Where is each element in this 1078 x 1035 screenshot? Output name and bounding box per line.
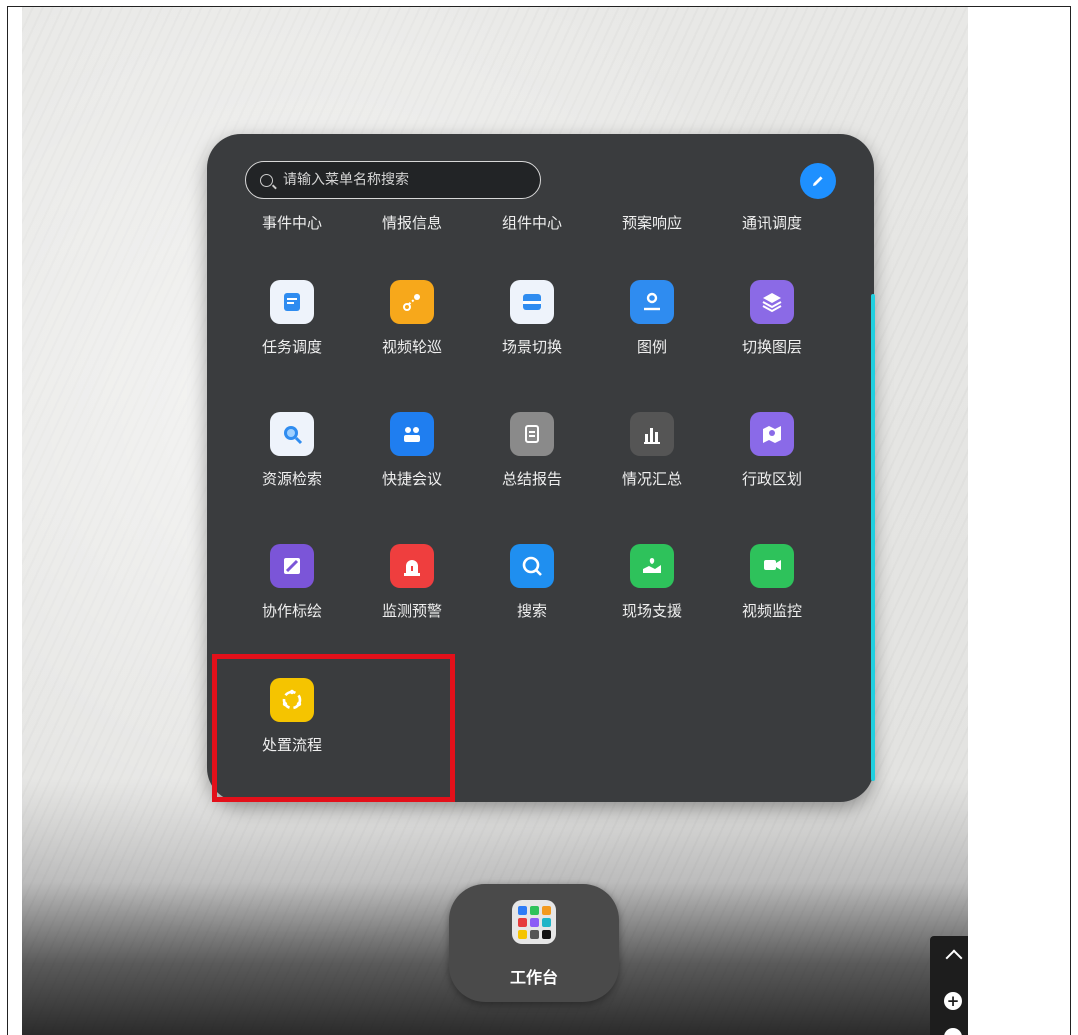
search-icon — [510, 544, 554, 588]
app-tile[interactable]: 快捷会议 — [357, 412, 467, 512]
resource-search-icon — [270, 412, 314, 456]
app-tile[interactable]: 视频轮巡 — [357, 280, 467, 380]
app-tile-label: 监测预警 — [381, 602, 442, 620]
quick-meeting-icon — [390, 412, 434, 456]
app-tile-label: 总结报告 — [501, 470, 562, 488]
tab-components[interactable]: 组件中心 — [477, 212, 587, 233]
menu-search-input[interactable] — [281, 171, 525, 189]
pencil-icon — [813, 176, 823, 186]
legend-icon — [630, 280, 674, 324]
app-tile-label: 切换图层 — [741, 338, 802, 356]
app-tile-label: 情况汇总 — [621, 470, 682, 488]
edit-button[interactable] — [800, 163, 836, 199]
app-tile[interactable]: 协作标绘 — [237, 544, 347, 644]
app-tile[interactable]: 场景切换 — [477, 280, 587, 380]
app-tile[interactable]: 情况汇总 — [597, 412, 707, 512]
tab-event-center[interactable]: 事件中心 — [237, 212, 347, 233]
highlight-box — [212, 654, 455, 802]
app-tile[interactable]: 切换图层 — [717, 280, 827, 380]
app-tile-label: 快捷会议 — [381, 470, 442, 488]
map-controls: + — [930, 936, 968, 1035]
app-tile[interactable]: 搜索 — [477, 544, 587, 644]
app-tile-label: 视频监控 — [741, 602, 802, 620]
collab-draw-icon — [270, 544, 314, 588]
summary-report-icon — [510, 412, 554, 456]
task-dispatch-icon — [270, 280, 314, 324]
app-tile[interactable]: 总结报告 — [477, 412, 587, 512]
app-tile[interactable]: 资源检索 — [237, 412, 347, 512]
app-tile-label: 视频轮巡 — [381, 338, 442, 356]
tab-intelligence[interactable]: 情报信息 — [357, 212, 467, 233]
workbench-label: 工作台 — [509, 968, 558, 987]
admin-region-icon — [750, 412, 794, 456]
app-tile[interactable]: 现场支援 — [597, 544, 707, 644]
video-monitor-icon — [750, 544, 794, 588]
app-tile-label: 行政区划 — [741, 470, 802, 488]
app-frame: 事件中心 情报信息 组件中心 预案响应 通讯调度 任务调度 视频轮巡 场景切换 图例 切… — [7, 6, 1071, 1035]
app-tile-label: 现场支援 — [621, 602, 682, 620]
app-tile-label: 协作标绘 — [261, 602, 322, 620]
menu-search-box[interactable] — [245, 161, 541, 199]
tab-plan-response[interactable]: 预案响应 — [597, 212, 707, 233]
app-tile-label: 场景切换 — [501, 338, 562, 356]
app-tile-label: 资源检索 — [261, 470, 322, 488]
app-tile-label: 图例 — [636, 338, 667, 356]
map-background: 事件中心 情报信息 组件中心 预案响应 通讯调度 任务调度 视频轮巡 场景切换 图例 切… — [22, 7, 968, 1035]
layers-icon — [750, 280, 794, 324]
app-tile[interactable]: 监测预警 — [357, 544, 467, 644]
app-tile[interactable]: 任务调度 — [237, 280, 347, 380]
tab-comm-dispatch[interactable]: 通讯调度 — [717, 212, 827, 233]
field-support-icon — [630, 544, 674, 588]
category-tabs: 事件中心 情报信息 组件中心 预案响应 通讯调度 — [237, 212, 837, 236]
video-patrol-icon — [390, 280, 434, 324]
app-grid-icon — [512, 900, 556, 944]
scene-switch-icon — [510, 280, 554, 324]
zoom-in-icon[interactable]: + — [944, 992, 962, 1010]
situation-summary-icon — [630, 412, 674, 456]
search-icon — [260, 173, 273, 187]
app-tile-label: 任务调度 — [261, 338, 322, 356]
collapse-icon[interactable] — [945, 949, 963, 967]
monitor-alarm-icon — [390, 544, 434, 588]
app-tile[interactable]: 视频监控 — [717, 544, 827, 644]
scrollbar[interactable] — [871, 294, 875, 781]
app-tile[interactable]: 图例 — [597, 280, 707, 380]
zoom-out-icon[interactable] — [944, 1028, 962, 1035]
app-tile-label: 搜索 — [516, 602, 547, 620]
app-tile[interactable]: 行政区划 — [717, 412, 827, 512]
workbench-dock-button[interactable]: 工作台 — [449, 884, 619, 1002]
